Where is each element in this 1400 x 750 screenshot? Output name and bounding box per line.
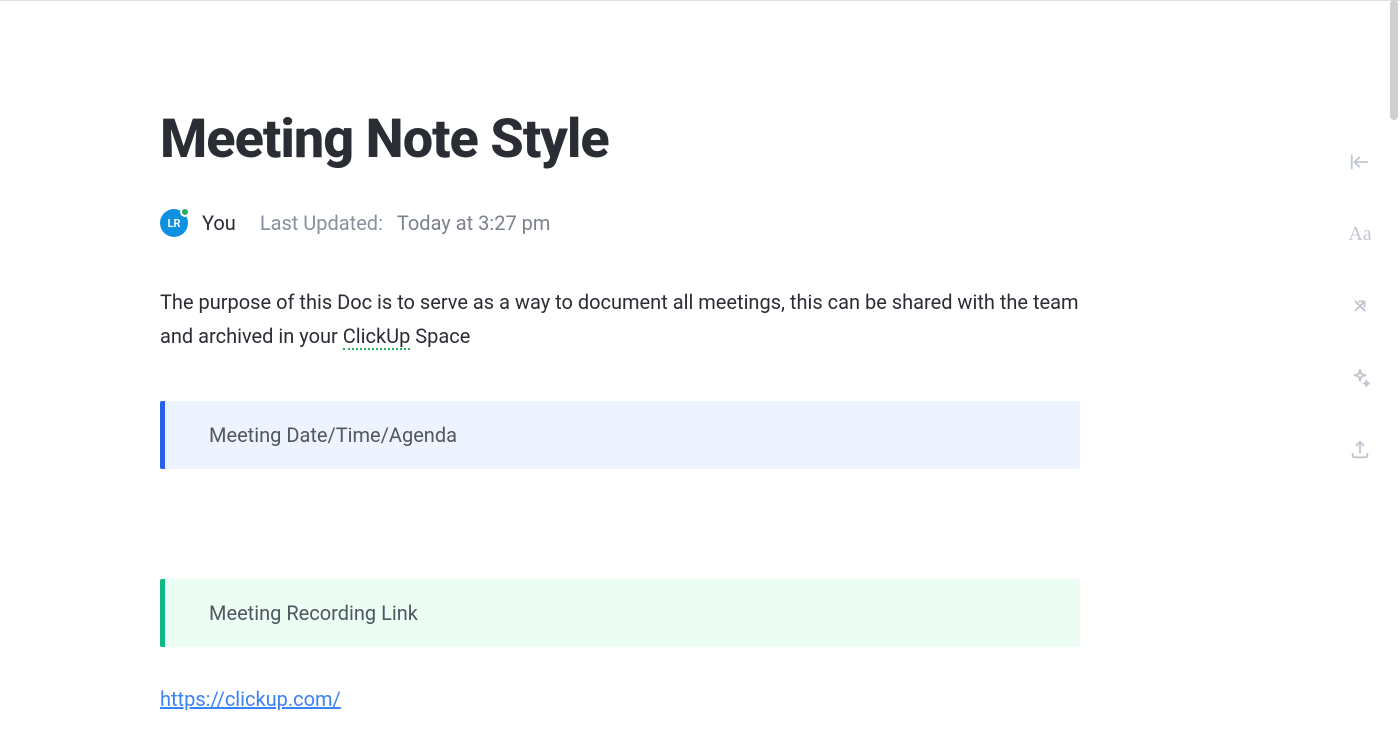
- last-updated-value: Today at 3:27 pm: [397, 211, 551, 235]
- document-content: Meeting Note Style LR You Last Updated: …: [0, 0, 1240, 711]
- last-updated-label: Last Updated:: [260, 211, 383, 235]
- author-name: You: [202, 211, 236, 235]
- intro-suffix: Space: [410, 324, 470, 348]
- avatar-initials: LR: [168, 217, 181, 230]
- right-toolbar: Aa: [1348, 150, 1372, 462]
- callout-text: Meeting Recording Link: [209, 601, 418, 625]
- spellcheck-word[interactable]: ClickUp: [343, 324, 411, 350]
- callout-meeting-date[interactable]: Meeting Date/Time/Agenda: [160, 401, 1080, 469]
- scrollbar[interactable]: [1390, 0, 1398, 120]
- author-avatar[interactable]: LR: [160, 209, 188, 237]
- actions-icon[interactable]: [1348, 294, 1372, 318]
- top-border: [0, 0, 1400, 1]
- collapse-sidebar-icon[interactable]: [1348, 150, 1372, 174]
- intro-prefix: The purpose of this Doc is to serve as a…: [160, 290, 1079, 348]
- share-icon[interactable]: [1348, 438, 1372, 462]
- presence-indicator: [180, 207, 190, 217]
- typography-icon[interactable]: Aa: [1348, 222, 1372, 246]
- document-meta: LR You Last Updated: Today at 3:27 pm: [160, 209, 1080, 237]
- intro-paragraph[interactable]: The purpose of this Doc is to serve as a…: [160, 285, 1080, 353]
- callout-text: Meeting Date/Time/Agenda: [209, 423, 457, 447]
- typography-label: Aa: [1348, 223, 1371, 246]
- document-title[interactable]: Meeting Note Style: [160, 110, 1080, 169]
- recording-link[interactable]: https://clickup.com/: [160, 687, 341, 711]
- callout-recording-link[interactable]: Meeting Recording Link: [160, 579, 1080, 647]
- ai-sparkle-icon[interactable]: [1348, 366, 1372, 390]
